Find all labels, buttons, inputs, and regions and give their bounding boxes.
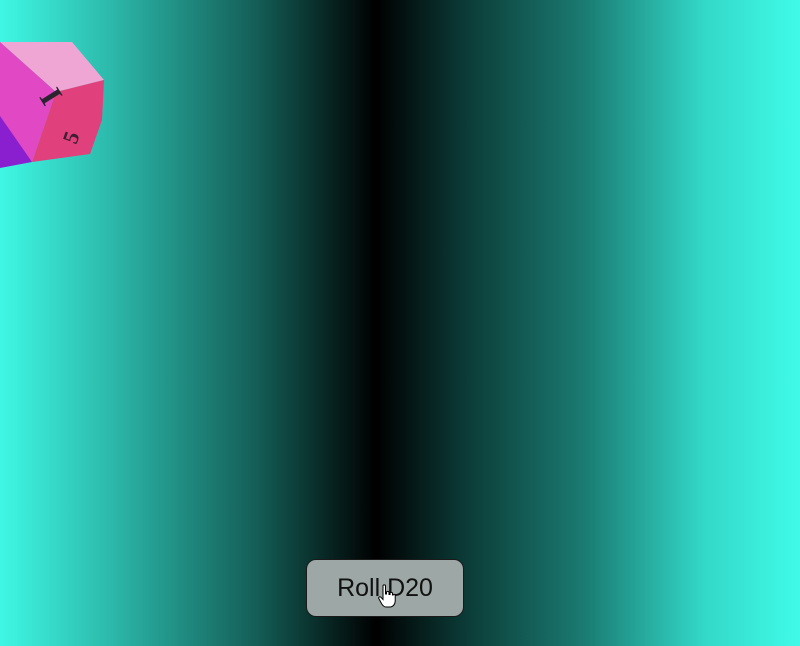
gradient-background <box>0 0 800 646</box>
roll-d20-button[interactable]: Roll D20 <box>306 559 464 617</box>
d20-die-icon: I 5 <box>0 42 104 168</box>
